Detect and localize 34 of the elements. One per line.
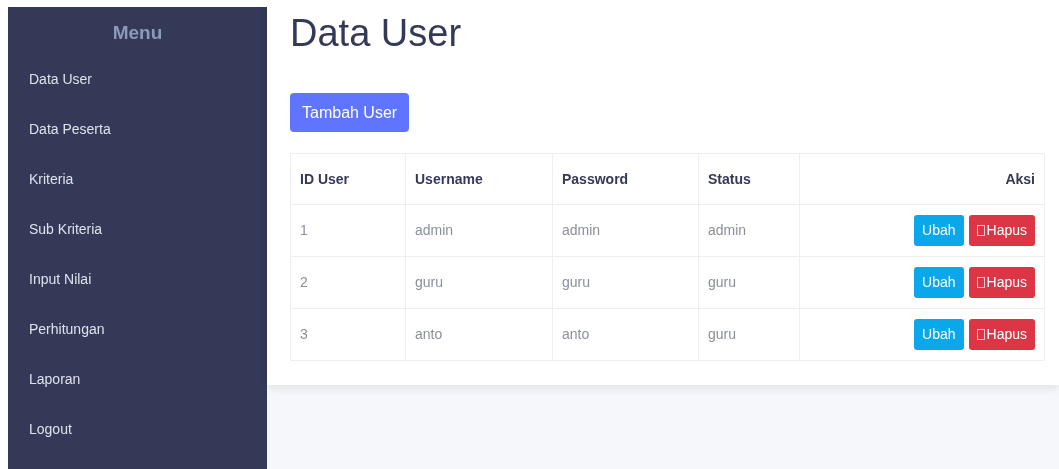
table-cell: guru [405,256,553,309]
table-cell: admin [405,204,553,257]
table-cell: guru [698,308,800,361]
table-cell: admin [552,204,699,257]
page-title: Data User [290,11,463,56]
column-header: Status [698,153,800,205]
sidebar-link[interactable]: Logout [8,418,267,469]
add-user-button[interactable]: Tambah User [290,93,410,132]
column-header: Username [405,153,553,205]
missing-glyph-icon [976,277,985,288]
column-header: ID User [290,153,406,205]
column-header: Password [552,153,699,205]
sidebar-link[interactable]: Data User [8,68,267,119]
delete-button[interactable]: Hapus [968,267,1035,298]
delete-button[interactable]: Hapus [968,319,1035,350]
table-cell: anto [552,308,699,361]
delete-button[interactable]: Hapus [968,215,1035,246]
sidebar-link[interactable]: Perhitungan [8,318,267,369]
sidebar-link[interactable]: Input Nilai [8,268,267,319]
table-cell: admin [698,204,800,257]
missing-glyph-icon [976,329,985,340]
column-header: Aksi [799,153,1045,205]
missing-glyph-icon [976,225,985,236]
sidebar-link[interactable]: Sub Kriteria [8,218,267,269]
table-cell: anto [405,308,553,361]
table-cell: 1 [290,204,406,257]
sidebar-link[interactable]: Data Peserta [8,118,267,169]
sidebar-title: Menu [111,21,164,45]
sidebar-link[interactable]: Kriteria [8,168,267,219]
table-cell: guru [698,256,800,309]
table-cell: guru [552,256,699,309]
table-cell: 2 [290,256,406,309]
sidebar-link[interactable]: Laporan [8,368,267,419]
table-cell: 3 [290,308,406,361]
